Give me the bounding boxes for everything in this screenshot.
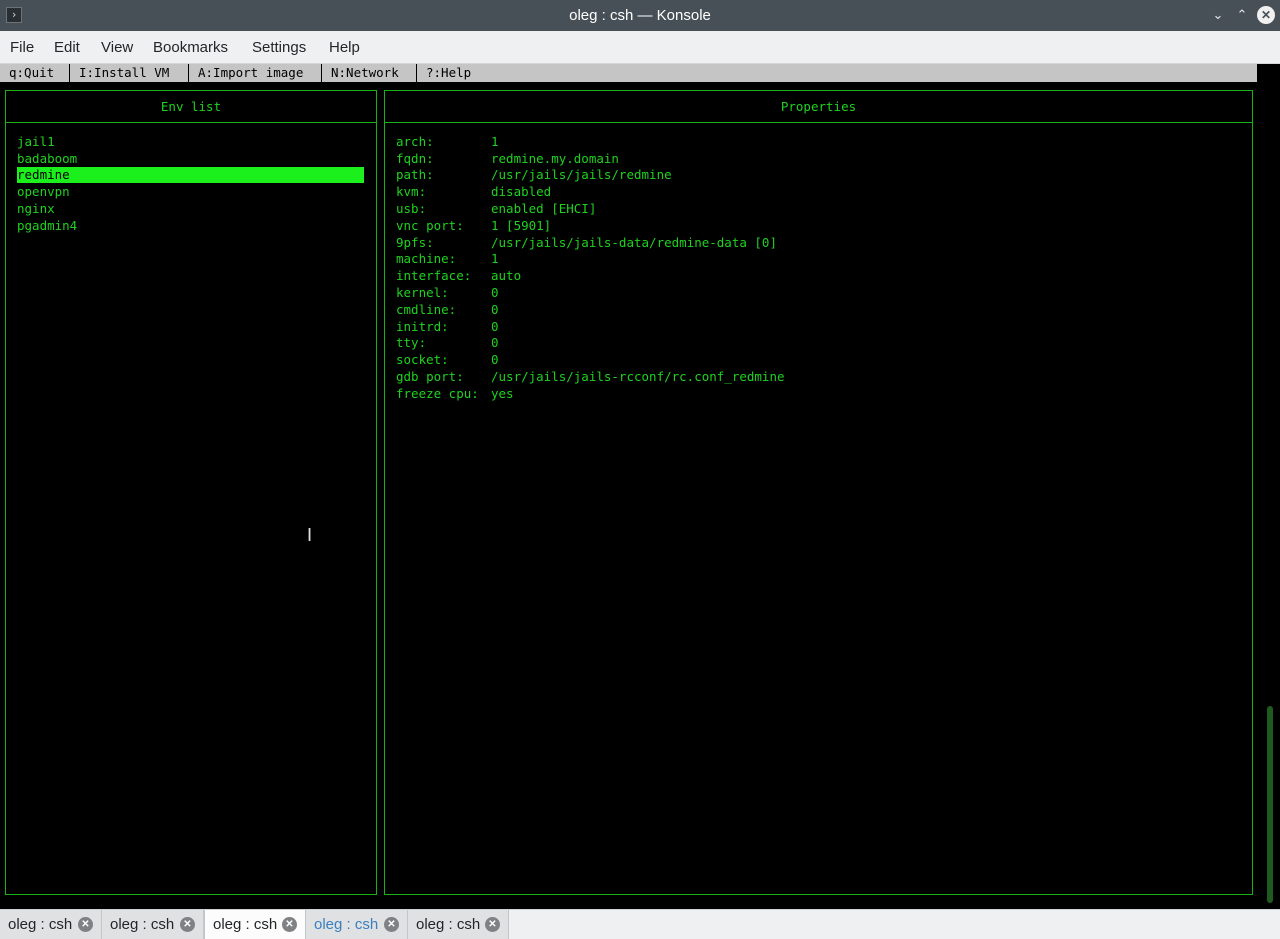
tab-close-icon[interactable]: ✕ xyxy=(180,917,195,932)
hotkey-network[interactable]: N:Network xyxy=(322,64,417,82)
prop-key: usb: xyxy=(396,201,427,216)
prop-row: kvm: disabled xyxy=(396,184,551,200)
prop-value: /usr/jails/jails-rcconf/rc.conf_redmine xyxy=(491,369,785,384)
prop-value: 1 xyxy=(491,251,499,266)
prop-key: kernel: xyxy=(396,285,449,300)
window-titlebar[interactable]: › oleg : csh — Konsole ⌄ ⌃ ✕ xyxy=(0,0,1280,31)
prop-key: socket: xyxy=(396,352,449,367)
menu-edit[interactable]: Edit xyxy=(54,31,80,64)
env-item-pgadmin4[interactable]: pgadmin4 xyxy=(17,218,364,234)
tab-close-icon[interactable]: ✕ xyxy=(384,917,399,932)
tab-close-icon[interactable]: ✕ xyxy=(485,917,500,932)
prop-row: path: /usr/jails/jails/redmine xyxy=(396,167,672,183)
prop-value: redmine.my.domain xyxy=(491,151,619,166)
session-tabbar: oleg : csh ✕ oleg : csh ✕ oleg : csh ✕ o… xyxy=(0,909,1280,939)
terminal-view[interactable]: q:Quit I:Install VM A:Import image N:Net… xyxy=(0,64,1280,909)
hotkey-install-vm[interactable]: I:Install VM xyxy=(70,64,189,82)
menubar: File Edit View Bookmarks Settings Help xyxy=(0,31,1280,64)
prop-row: interface: auto xyxy=(396,268,521,284)
menu-view[interactable]: View xyxy=(101,31,133,64)
prop-key: cmdline: xyxy=(396,302,457,317)
prop-value: 1 [5901] xyxy=(491,218,552,233)
prop-key: initrd: xyxy=(396,319,449,334)
maximize-icon[interactable]: ⌃ xyxy=(1233,6,1251,24)
prop-key: tty: xyxy=(396,335,427,350)
terminal-scrollbar[interactable] xyxy=(1262,64,1280,909)
hotkey-import-image[interactable]: A:Import image xyxy=(189,64,322,82)
tab-close-icon[interactable]: ✕ xyxy=(78,917,93,932)
prop-value: 0 xyxy=(491,352,499,367)
tab-label: oleg : csh xyxy=(110,916,175,933)
session-tab-activity[interactable]: oleg : csh ✕ xyxy=(306,910,408,939)
prop-row: tty: 0 xyxy=(396,335,499,351)
prop-key: freeze cpu: xyxy=(396,386,479,401)
prop-value: 0 xyxy=(491,302,499,317)
env-item-jail1[interactable]: jail1 xyxy=(17,134,364,150)
env-item-redmine[interactable]: redmine xyxy=(17,167,364,183)
prop-key: path: xyxy=(396,167,434,182)
prop-value: /usr/jails/jails/redmine xyxy=(491,167,672,182)
prop-value: /usr/jails/jails-data/redmine-data [0] xyxy=(491,235,777,250)
hotkey-quit[interactable]: q:Quit xyxy=(0,64,70,82)
prop-key: machine: xyxy=(396,251,457,266)
session-tab[interactable]: oleg : csh ✕ xyxy=(0,910,102,939)
env-item-badaboom[interactable]: badaboom xyxy=(17,151,364,167)
menu-help[interactable]: Help xyxy=(329,31,360,64)
properties-panel: Properties arch: 1 fqdn: redmine.my.domain… xyxy=(384,90,1253,895)
session-tab[interactable]: oleg : csh ✕ xyxy=(408,910,509,939)
env-item-openvpn[interactable]: openvpn xyxy=(17,184,364,200)
prop-key: kvm: xyxy=(396,184,427,199)
prop-value: disabled xyxy=(491,184,552,199)
prop-row: fqdn: redmine.my.domain xyxy=(396,151,619,167)
menu-file[interactable]: File xyxy=(10,31,34,64)
prop-row: usb: enabled [EHCI] xyxy=(396,201,596,217)
prop-row: freeze cpu: yes xyxy=(396,386,514,402)
close-icon[interactable]: ✕ xyxy=(1257,6,1275,24)
mouse-ibeam-cursor-icon: I xyxy=(306,525,313,546)
prop-value: yes xyxy=(491,386,514,401)
env-item-nginx[interactable]: nginx xyxy=(17,201,364,217)
prop-key: arch: xyxy=(396,134,434,149)
session-tab[interactable]: oleg : csh ✕ xyxy=(102,910,204,939)
prop-row: 9pfs: /usr/jails/jails-data/redmine-data … xyxy=(396,235,777,251)
tab-label: oleg : csh xyxy=(314,916,379,933)
tab-label: oleg : csh xyxy=(213,916,278,933)
prop-value: 1 xyxy=(491,134,499,149)
hotkey-bar: q:Quit I:Install VM A:Import image N:Net… xyxy=(0,64,1257,82)
scrollbar-thumb[interactable] xyxy=(1267,706,1273,903)
prop-row: machine: 1 xyxy=(396,251,499,267)
properties-title: Properties xyxy=(385,91,1252,123)
prop-key: vnc port: xyxy=(396,218,464,233)
prop-row: initrd: 0 xyxy=(396,319,499,335)
prop-row: socket: 0 xyxy=(396,352,499,368)
hotkey-help[interactable]: ?:Help xyxy=(417,64,487,82)
tab-label: oleg : csh xyxy=(416,916,481,933)
env-list-title: Env list xyxy=(6,91,376,123)
minimize-icon[interactable]: ⌄ xyxy=(1209,6,1227,24)
prop-key: fqdn: xyxy=(396,151,434,166)
prop-key: gdb port: xyxy=(396,369,464,384)
prop-value: 0 xyxy=(491,335,499,350)
prop-row: vnc port: 1 [5901] xyxy=(396,218,551,234)
prop-row: cmdline: 0 xyxy=(396,302,499,318)
menu-settings[interactable]: Settings xyxy=(252,31,306,64)
prop-key: 9pfs: xyxy=(396,235,434,250)
session-tab-active[interactable]: oleg : csh ✕ xyxy=(204,910,306,939)
tab-close-icon[interactable]: ✕ xyxy=(282,917,297,932)
tab-label: oleg : csh xyxy=(8,916,73,933)
prop-key: interface: xyxy=(396,268,472,283)
prop-row: gdb port: /usr/jails/jails-rcconf/rc.conf… xyxy=(396,369,785,385)
env-list-panel: Env list jail1 badaboom redmine openvpn … xyxy=(5,90,377,895)
prop-value: 0 xyxy=(491,319,499,334)
prop-row: arch: 1 xyxy=(396,134,499,150)
prop-value: 0 xyxy=(491,285,499,300)
window-title: oleg : csh — Konsole xyxy=(569,7,711,24)
menu-bookmarks[interactable]: Bookmarks xyxy=(153,31,228,64)
prop-value: auto xyxy=(491,268,522,283)
prop-value: enabled [EHCI] xyxy=(491,201,597,216)
prop-row: kernel: 0 xyxy=(396,285,499,301)
